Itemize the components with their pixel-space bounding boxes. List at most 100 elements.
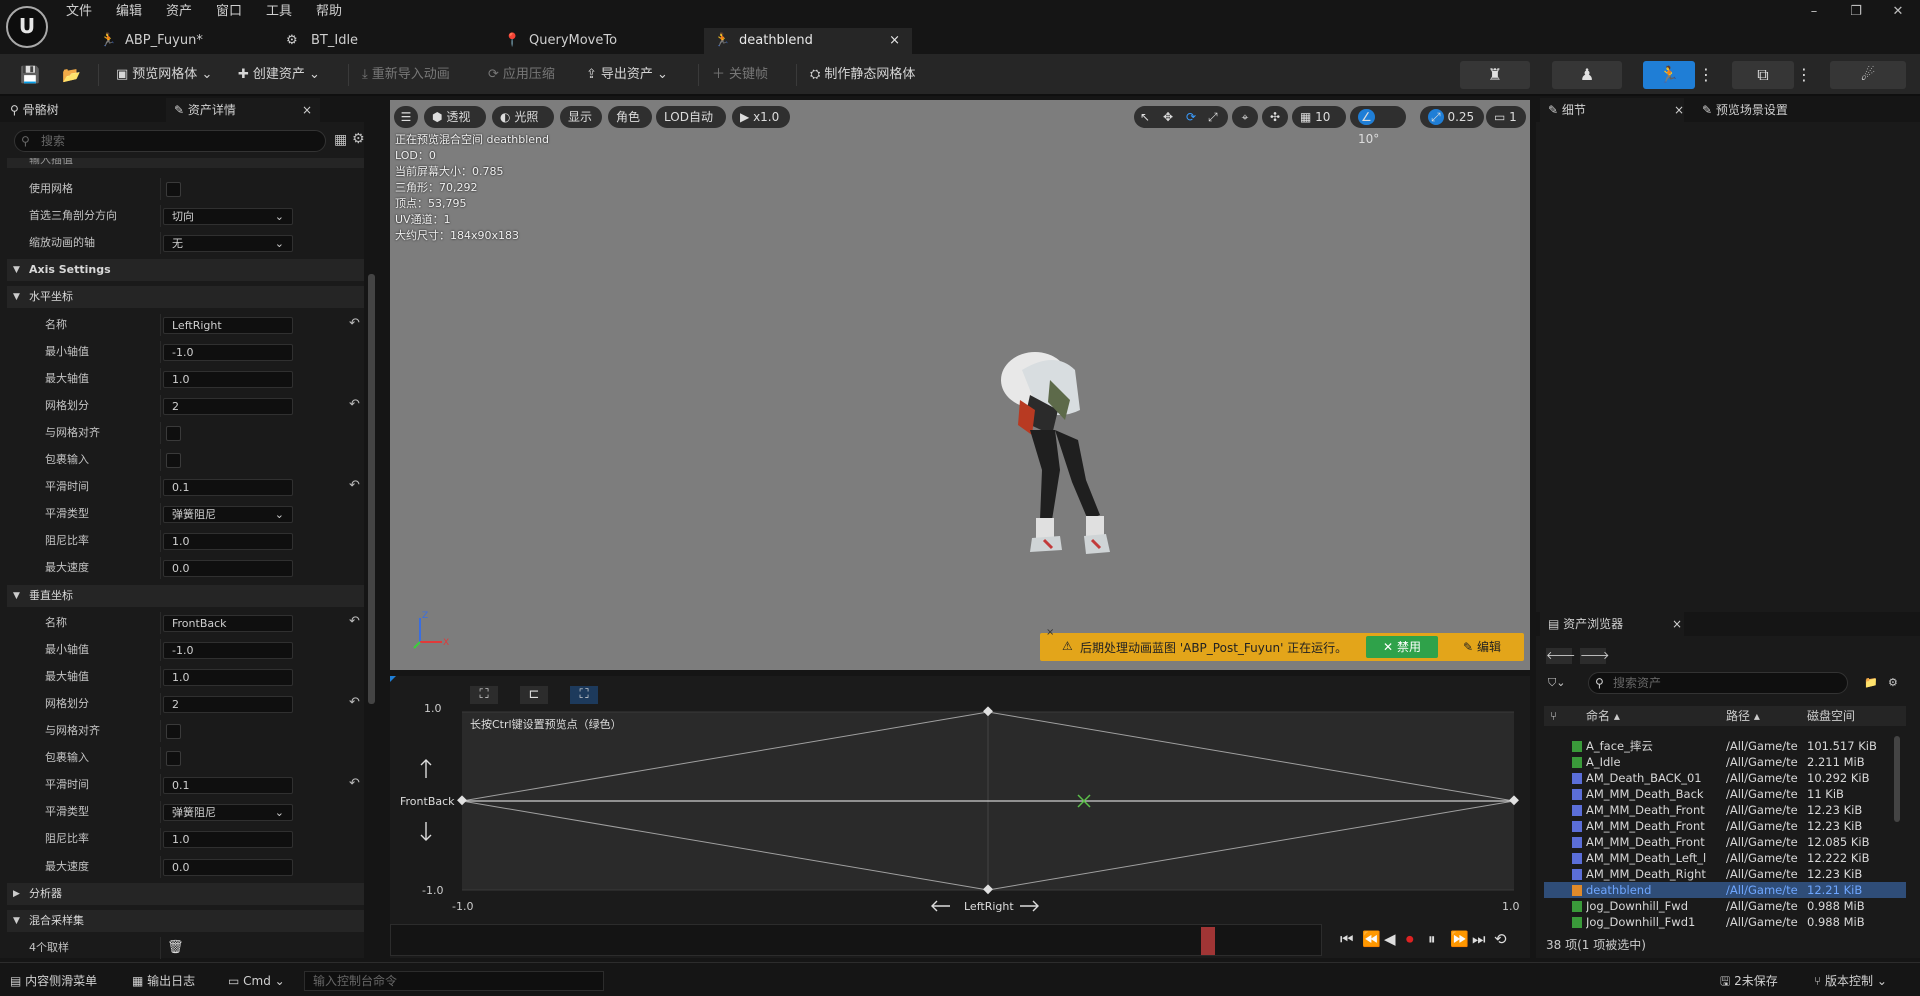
save-icon[interactable]: 💾: [14, 62, 46, 88]
close-tab-icon[interactable]: ×: [302, 98, 312, 122]
property-checkbox[interactable]: [166, 724, 181, 739]
back-arrow-icon[interactable]: 🡐: [1546, 648, 1576, 664]
document-tab-3[interactable]: 🏃 deathblend ×: [704, 28, 912, 54]
detail-row[interactable]: ▼ 垂直坐标: [7, 585, 364, 607]
property-value-field[interactable]: -1.0: [163, 642, 293, 659]
detail-row[interactable]: ▼ Axis Settings: [7, 259, 364, 281]
show-button[interactable]: 显示: [560, 106, 602, 128]
select-icon[interactable]: ↖: [1140, 106, 1150, 128]
collapse-arrow-icon[interactable]: ▼: [13, 585, 20, 607]
property-checkbox[interactable]: [166, 426, 181, 441]
minimize-icon[interactable]: –: [1800, 2, 1828, 22]
export-asset-button[interactable]: ⇪ 导出资产 ⌄: [580, 62, 674, 88]
details-scrollbar[interactable]: [368, 274, 375, 704]
property-value-field[interactable]: 0.0: [163, 560, 293, 577]
source-control-button[interactable]: ⑂ 版本控制 ⌄: [1814, 971, 1887, 991]
collapse-arrow-icon[interactable]: ▼: [13, 286, 20, 308]
document-tab-0[interactable]: 🏃 ABP_Fuyun*: [90, 28, 270, 54]
create-asset-button[interactable]: ✚ 创建资产 ⌄: [232, 62, 326, 88]
document-tab-1[interactable]: ⚙ BT_Idle: [276, 28, 476, 54]
asset-row[interactable]: AM_MM_Death_Front/All/Game/te 12.23 KiB: [1544, 802, 1906, 818]
timeline-playhead[interactable]: [1201, 927, 1215, 955]
edit-button[interactable]: ✎ 编辑: [1446, 636, 1518, 658]
close-details-tab-icon[interactable]: ×: [1674, 98, 1684, 122]
table-view-icon[interactable]: ▦: [334, 132, 347, 148]
asset-row[interactable]: AM_MM_Death_Back/All/Game/te 11 KiB: [1544, 786, 1906, 802]
scale-snap-button[interactable]: ⤢ 0.25: [1420, 106, 1484, 128]
document-tab-2[interactable]: 📍 QueryMoveTo: [494, 28, 704, 54]
lod-auto-button[interactable]: LOD自动: [656, 106, 726, 128]
blueprint-more-icon[interactable]: ⋮: [1796, 61, 1812, 89]
scale-icon[interactable]: ⤢: [1208, 106, 1218, 128]
reset-to-default-icon[interactable]: ↶: [349, 695, 360, 710]
asset-search-input[interactable]: ⚲ 搜索资产: [1588, 672, 1848, 694]
property-checkbox[interactable]: [166, 182, 181, 197]
reset-to-default-icon[interactable]: ↶: [349, 614, 360, 629]
menu-item-4[interactable]: 工具: [266, 2, 292, 22]
mesh-mode-button[interactable]: ♟: [1552, 61, 1622, 89]
reset-to-default-icon[interactable]: ↶: [349, 776, 360, 791]
content-drawer-button[interactable]: ▤ 内容侧滑菜单: [10, 971, 97, 991]
asset-row[interactable]: AM_MM_Death_Left_l/All/Game/te 12.222 KiB: [1544, 850, 1906, 866]
prev-frame-icon[interactable]: ⏪: [1362, 930, 1381, 948]
pause-icon[interactable]: ⏸: [1428, 930, 1436, 948]
asset-row[interactable]: A_Idle/All/Game/te 2.211 MiB: [1544, 754, 1906, 770]
disable-button[interactable]: ✕ 禁用: [1366, 636, 1438, 658]
asset-row[interactable]: AM_MM_Death_Front/All/Game/te 12.23 KiB: [1544, 818, 1906, 834]
property-value-field[interactable]: 2: [163, 696, 293, 713]
rotate-icon[interactable]: ⟳: [1186, 106, 1196, 128]
asset-settings-icon[interactable]: ⚙: [1888, 676, 1898, 689]
browse-icon[interactable]: 📂: [56, 62, 87, 88]
trash-icon[interactable]: 🗑: [167, 940, 184, 955]
settings-gear-icon[interactable]: ⚙: [352, 131, 365, 147]
output-log-button[interactable]: ▦ 输出日志: [132, 971, 195, 991]
menu-item-3[interactable]: 窗口: [216, 2, 242, 22]
restore-icon[interactable]: ❐: [1842, 2, 1870, 22]
expand-arrow-icon[interactable]: ▶: [13, 883, 20, 905]
reset-to-default-icon[interactable]: ↶: [349, 397, 360, 412]
collapse-arrow-icon[interactable]: ▼: [13, 910, 20, 932]
asset-scrollbar[interactable]: [1894, 736, 1900, 822]
col-size-header[interactable]: 磁盘空间: [1807, 706, 1855, 726]
blendspace-grid[interactable]: 1.0 -1.0 -1.0 1.0 FrontBack LeftRight 长按…: [390, 676, 1530, 958]
loop-icon[interactable]: ⟲: [1494, 930, 1507, 948]
move-icon[interactable]: ✥: [1163, 106, 1173, 128]
tab-preview-scene-settings[interactable]: ✎ 预览场景设置: [1702, 98, 1788, 122]
blueprint-mode-button[interactable]: ⧉: [1732, 61, 1794, 89]
property-value-field[interactable]: -1.0: [163, 344, 293, 361]
collapse-arrow-icon[interactable]: ▼: [13, 259, 20, 281]
asset-row[interactable]: AM_MM_Death_Front/All/Game/te 12.085 KiB: [1544, 834, 1906, 850]
property-value-field[interactable]: 1.0: [163, 371, 293, 388]
filter-icon[interactable]: ⛉⌄: [1548, 676, 1565, 690]
property-value-field[interactable]: FrontBack: [163, 615, 293, 632]
details-search-input[interactable]: ⚲ 搜索: [14, 130, 326, 152]
reset-to-default-icon[interactable]: ↶: [349, 478, 360, 493]
unreal-logo[interactable]: U: [6, 6, 48, 48]
tab-asset-browser[interactable]: ▤ 资产浏览器: [1540, 612, 1684, 636]
reimport-button[interactable]: ⤓ 重新导入动画: [356, 62, 456, 88]
play-rate-button[interactable]: ▶ x1.0: [732, 106, 790, 128]
world-local-icon[interactable]: ⌖: [1232, 106, 1258, 128]
asset-row[interactable]: Jog_Downhill_Fwd1/All/Game/te 0.988 MiB: [1544, 914, 1906, 930]
menu-item-2[interactable]: 资产: [166, 2, 192, 22]
character-button[interactable]: 角色: [608, 106, 652, 128]
asset-row[interactable]: Jog_Downhill_Fwd/All/Game/te 0.988 MiB: [1544, 898, 1906, 914]
detail-row[interactable]: ▼ 混合采样集: [7, 910, 364, 932]
menu-item-5[interactable]: 帮助: [316, 2, 342, 22]
folder-icon[interactable]: 📁: [1864, 676, 1878, 689]
property-checkbox[interactable]: [166, 453, 181, 468]
asset-row[interactable]: AM_Death_BACK_01/All/Game/te 10.292 KiB: [1544, 770, 1906, 786]
tab-skeleton-tree[interactable]: ⚲ 骨骼树: [10, 98, 59, 122]
tab-asset-details[interactable]: ✎ 资产详情: [166, 98, 320, 122]
property-dropdown[interactable]: 弹簧阻尼 ⌄: [163, 804, 293, 821]
skip-to-start-icon[interactable]: ⏮: [1340, 930, 1354, 948]
close-asset-browser-icon[interactable]: ×: [1672, 612, 1682, 636]
menu-item-1[interactable]: 编辑: [116, 2, 142, 22]
reset-to-default-icon[interactable]: ↶: [349, 316, 360, 331]
surface-snap-icon[interactable]: ✣: [1262, 106, 1288, 128]
property-checkbox[interactable]: [166, 751, 181, 766]
unsaved-button[interactable]: 🖫 2未保存: [1720, 971, 1778, 991]
animation-mode-more-icon[interactable]: ⋮: [1698, 61, 1714, 89]
property-dropdown[interactable]: 无 ⌄: [163, 235, 293, 252]
timeline-scrubber[interactable]: [390, 924, 1322, 956]
